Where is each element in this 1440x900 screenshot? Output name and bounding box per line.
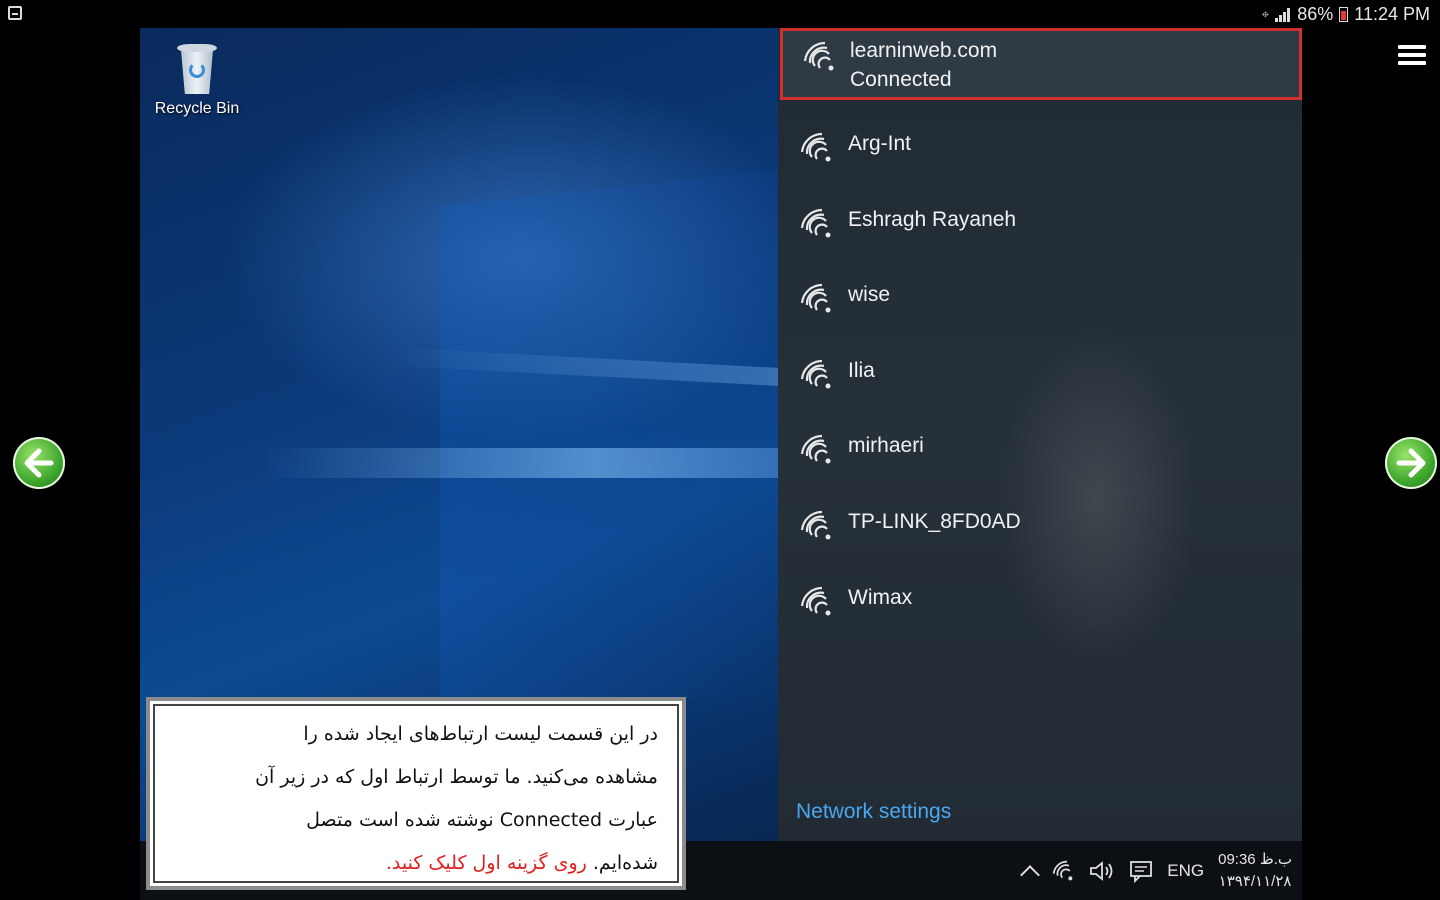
network-item[interactable]: Eshragh Rayaneh <box>778 188 1302 258</box>
wifi-icon <box>800 435 831 464</box>
network-item[interactable]: Wimax <box>778 566 1302 636</box>
wifi-icon <box>800 510 831 540</box>
input-language[interactable]: ENG <box>1167 861 1204 881</box>
network-item[interactable]: TP-LINK_8FD0AD <box>778 490 1302 560</box>
taskbar-date: ۱۳۹۴/۱۱/۲۸ <box>1218 873 1292 890</box>
caption-line-1: در این قسمت لیست ارتباط‌های ایجاد شده را <box>303 723 658 745</box>
menu-icon[interactable] <box>1398 45 1426 65</box>
caption-line-4: شده‌ایم. <box>592 852 658 874</box>
wifi-icon <box>800 359 831 389</box>
system-tray: ENG 09:36 ب.ظ ۱۳۹۴/۱۱/۲۸ <box>1020 849 1292 893</box>
network-name: TP-LINK_8FD0AD <box>848 510 1021 533</box>
network-item[interactable]: Arg-Int <box>778 112 1302 182</box>
caption-line-2: مشاهده می‌کنید. ما توسط ارتباط اول که در… <box>255 766 658 788</box>
network-flyout: learninweb.com Connected Arg-Int Eshragh … <box>778 28 1302 841</box>
network-name: Ilia <box>848 358 875 382</box>
show-hidden-icons-chevron-icon[interactable] <box>1020 865 1041 885</box>
recycle-bin-label: Recycle Bin <box>154 100 240 117</box>
battery-percent: 86% <box>1297 4 1334 24</box>
next-arrow-button[interactable] <box>1385 437 1437 489</box>
network-name: Wimax <box>848 585 913 609</box>
wifi-icon <box>800 586 831 616</box>
network-item[interactable]: mirhaeri <box>778 414 1302 484</box>
network-name: Arg-Int <box>848 132 912 155</box>
wifi-icon <box>800 132 831 162</box>
caption-instruction: روی گزینه اول کلیک کنید. <box>385 852 587 874</box>
network-item[interactable]: Ilia <box>778 339 1302 409</box>
network-settings-link[interactable]: Network settings <box>796 800 951 824</box>
wifi-icon[interactable] <box>1051 859 1075 883</box>
arrow-left-icon <box>24 448 54 478</box>
caption-text: در این قسمت لیست ارتباط‌های ایجاد شده را… <box>174 713 658 885</box>
wifi-icon <box>800 208 831 238</box>
recycle-bin-icon <box>173 38 221 96</box>
android-status-bar: ⌖ 86% 11:24 PM <box>0 0 1440 28</box>
tutorial-caption: در این قسمت لیست ارتباط‌های ایجاد شده را… <box>146 697 686 890</box>
status-time: 11:24 PM <box>1354 4 1430 24</box>
battery-icon <box>1339 7 1349 22</box>
signal-icon <box>1275 7 1291 22</box>
network-item[interactable]: wise <box>778 263 1302 333</box>
network-item-connected[interactable]: learninweb.com Connected <box>780 28 1302 100</box>
volume-icon[interactable] <box>1089 860 1115 882</box>
network-status: Connected <box>850 68 952 91</box>
wifi-icon <box>803 41 834 71</box>
caption-line-3: عبارت Connected نوشته شده است متصل <box>306 809 658 831</box>
network-name: mirhaeri <box>848 434 924 458</box>
taskbar-time: 09:36 ب.ظ <box>1218 851 1292 868</box>
wifi-off-icon: ⌖ <box>1261 6 1270 22</box>
network-name: wise <box>848 283 891 307</box>
action-center-icon[interactable] <box>1129 859 1153 883</box>
recycle-bin[interactable]: Recycle Bin <box>152 38 242 118</box>
network-name: learninweb.com <box>850 39 998 62</box>
arrow-right-icon <box>1396 448 1426 478</box>
taskbar-clock[interactable]: 09:36 ب.ظ ۱۳۹۴/۱۱/۲۸ <box>1218 849 1292 893</box>
notification-icon <box>8 6 22 20</box>
previous-arrow-button[interactable] <box>13 437 65 489</box>
wifi-icon <box>800 284 831 313</box>
network-name: Eshragh Rayaneh <box>848 207 1017 231</box>
